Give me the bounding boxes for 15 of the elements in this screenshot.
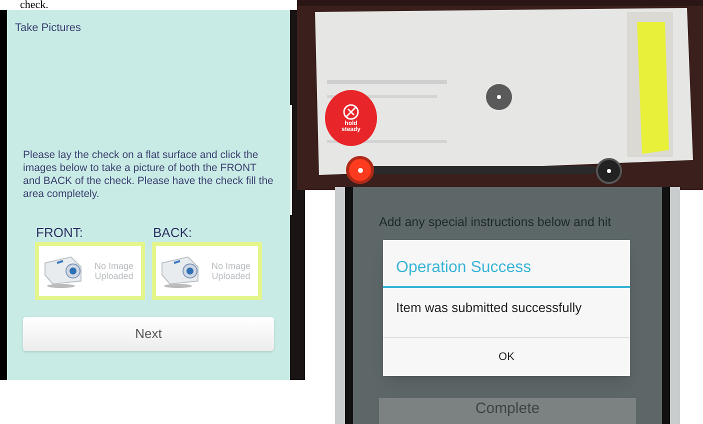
complete-button[interactable]: Complete [379, 398, 636, 424]
image-upload-slot[interactable]: No Image Uploaded [152, 242, 262, 300]
no-shake-icon [342, 103, 360, 121]
next-button[interactable]: Next [23, 316, 274, 350]
dialog-title: Operation Success [383, 240, 630, 288]
instructions-text: Please lay the check on a flat surface and click the images below to take a picture of both the FRONT and BACK of the check. Please have the check fill the area completely. [23, 148, 274, 200]
screen-title: Take Pictures [15, 21, 82, 36]
focus-point-icon [486, 84, 512, 110]
image-upload-slot[interactable]: No Image Uploaded [35, 242, 145, 300]
dialog-message: Item was submitted successfully [383, 288, 630, 338]
caption-text: check. [20, 0, 48, 10]
instructions-text: Add any special instructions below and hit [379, 215, 612, 230]
side-label: FRONT: [36, 224, 84, 240]
ok-button[interactable]: OK [383, 338, 630, 376]
side-label: BACK: [153, 224, 194, 240]
